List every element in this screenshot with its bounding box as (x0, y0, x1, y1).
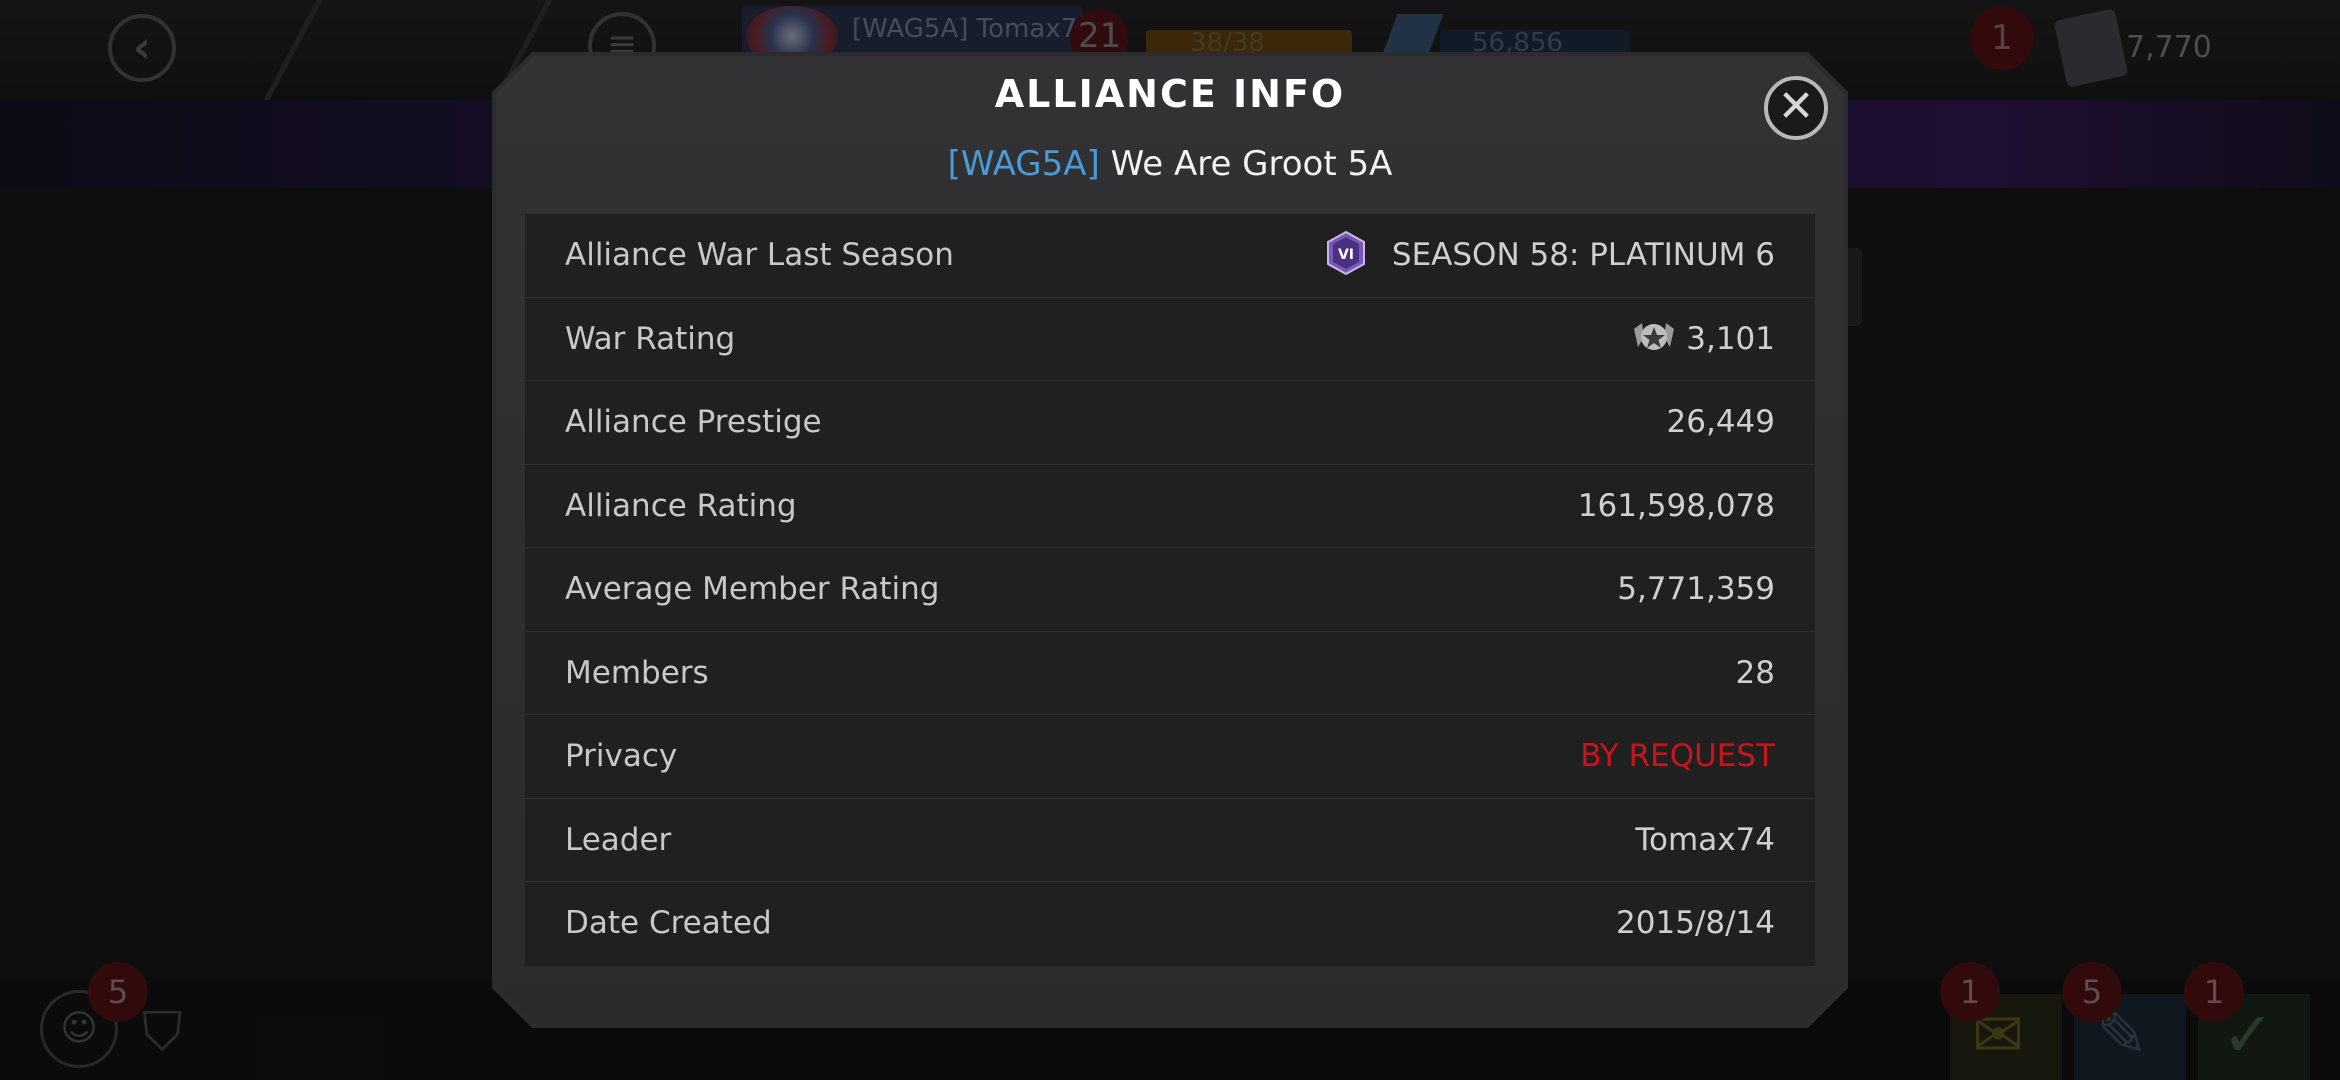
row-value: 5,771,359 (1617, 571, 1775, 607)
info-row-date-created: Date Created 2015/8/14 (525, 882, 1815, 966)
row-value: 28 (1735, 654, 1775, 691)
row-label: Alliance Rating (565, 487, 797, 524)
season-tier-icon: VI (1326, 230, 1365, 275)
alliance-info-table: Alliance War Last Season VI SEASON 58: P… (525, 214, 1815, 966)
info-row-alliance-rating: Alliance Rating 161,598,078 (525, 465, 1815, 548)
info-row-war-rating: War Rating 3,101 (525, 298, 1815, 381)
privacy-status: BY REQUEST (1580, 738, 1775, 774)
dialog-title: ALLIANCE INFO (994, 72, 1346, 116)
alliance-name: [WAG5A] We Are Groot 5A (492, 144, 1848, 184)
row-value: 161,598,078 (1577, 487, 1775, 524)
season-tier-text: VI (1338, 247, 1354, 263)
row-label: Leader (565, 821, 672, 858)
close-button[interactable]: ✕ (1764, 76, 1828, 140)
alliance-info-dialog: ALLIANCE INFO ✕ [WAG5A] We Are Groot 5A … (492, 52, 1848, 1028)
info-row-prestige: Alliance Prestige 26,449 (525, 381, 1815, 465)
row-value: VI SEASON 58: PLATINUM 6 (1326, 214, 1775, 297)
info-row-average-member-rating: Average Member Rating 5,771,359 (525, 548, 1815, 632)
row-value: Tomax74 (1635, 821, 1775, 858)
alliance-full-name: We Are Groot 5A (1110, 144, 1393, 184)
season-value: SEASON 58: PLATINUM 6 (1391, 237, 1775, 273)
row-value: 2015/8/14 (1616, 905, 1775, 941)
info-row-leader: Leader Tomax74 (525, 799, 1815, 882)
row-label: Privacy (565, 738, 678, 774)
row-label: Alliance Prestige (565, 404, 822, 440)
war-rating-star-icon (1634, 323, 1675, 350)
info-row-members: Members 28 (525, 632, 1815, 715)
row-label: Average Member Rating (565, 571, 940, 607)
row-value: 3,101 (1630, 298, 1775, 381)
row-label: Date Created (565, 905, 772, 941)
close-icon: ✕ (1777, 81, 1815, 132)
info-row-privacy: Privacy BY REQUEST (525, 715, 1815, 799)
row-value: 26,449 (1666, 404, 1775, 440)
info-row-war-last-season: Alliance War Last Season VI SEASON 58: P… (525, 214, 1815, 298)
alliance-tag: [WAG5A] (947, 144, 1100, 184)
row-label: War Rating (565, 320, 736, 357)
war-rating-value: 3,101 (1686, 320, 1775, 357)
row-label: Members (565, 654, 709, 691)
row-label: Alliance War Last Season (565, 237, 954, 273)
